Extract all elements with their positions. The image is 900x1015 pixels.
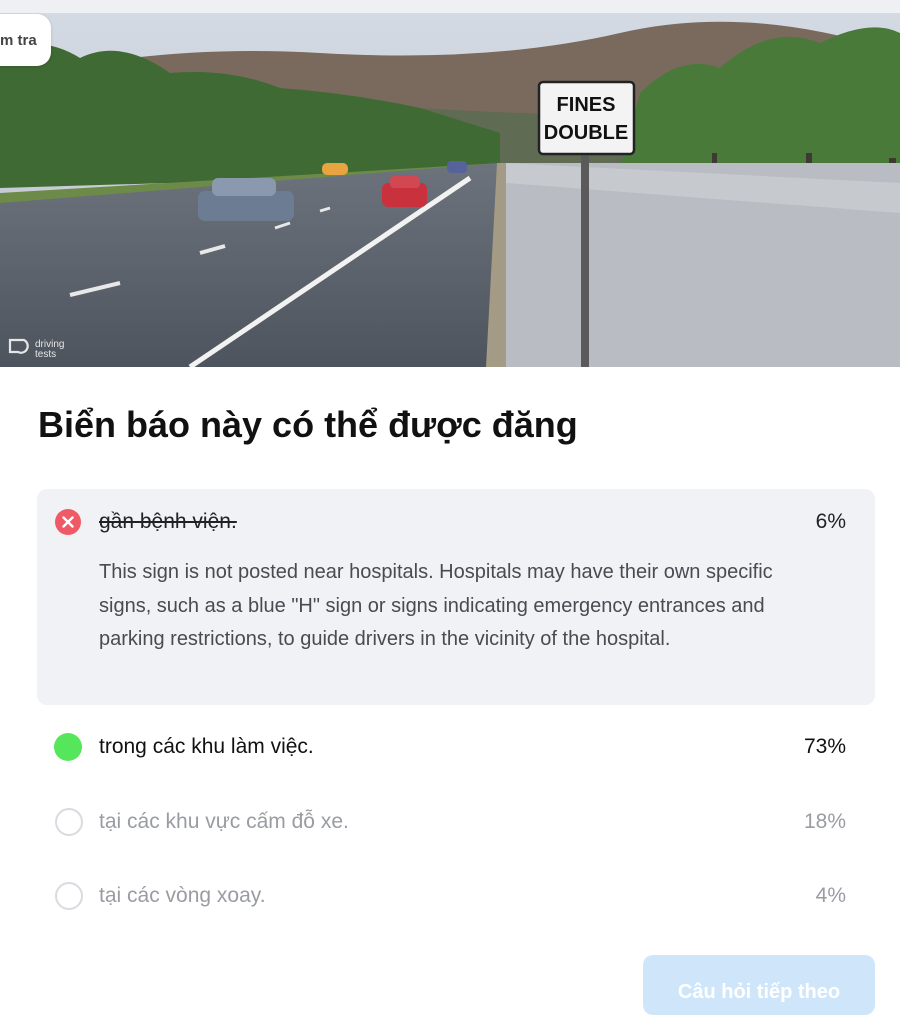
answer-option-3[interactable]: tại các khu vực cấm đỗ xe. 18% <box>37 805 875 839</box>
back-to-test-label: m tra <box>0 31 37 49</box>
correct-answer-icon <box>54 733 82 761</box>
answer-label: tại các khu vực cấm đỗ xe. <box>99 810 349 833</box>
answer-percent: 18% <box>803 810 846 833</box>
sign-text-line1: FINES <box>557 94 616 116</box>
question-image: FINES DOUBLE driving tests <box>0 13 900 367</box>
question-title: Biển báo này có thể được đăng <box>38 404 578 445</box>
answer-percent: 73% <box>803 735 846 758</box>
radio-circle-icon <box>55 808 83 836</box>
answer-label: gần bệnh viện. <box>99 510 237 533</box>
answer-percent: 4% <box>815 884 846 907</box>
radio-circle-icon <box>55 882 83 910</box>
back-to-test-button[interactable]: m tra <box>0 14 51 66</box>
answer-option-4[interactable]: tại các vòng xoay. 4% <box>37 879 875 913</box>
top-strip <box>0 0 900 13</box>
answer-label: tại các vòng xoay. <box>99 884 266 907</box>
answer-percent: 6% <box>815 510 846 533</box>
answer-option-1[interactable]: gần bệnh viện. 6% This sign is not poste… <box>37 489 875 705</box>
sign-text-line2: DOUBLE <box>544 122 628 144</box>
road-scene-illustration: FINES DOUBLE driving tests <box>0 13 900 367</box>
next-question-button[interactable]: Câu hỏi tiếp theo <box>643 955 875 1015</box>
answer-explanation: This sign is not posted near hospitals. … <box>99 561 773 650</box>
answer-option-2[interactable]: trong các khu làm việc. 73% <box>37 730 875 764</box>
logo-text-line2: tests <box>35 349 56 360</box>
answer-label: trong các khu làm việc. <box>99 735 314 758</box>
wrong-answer-icon <box>55 509 81 535</box>
